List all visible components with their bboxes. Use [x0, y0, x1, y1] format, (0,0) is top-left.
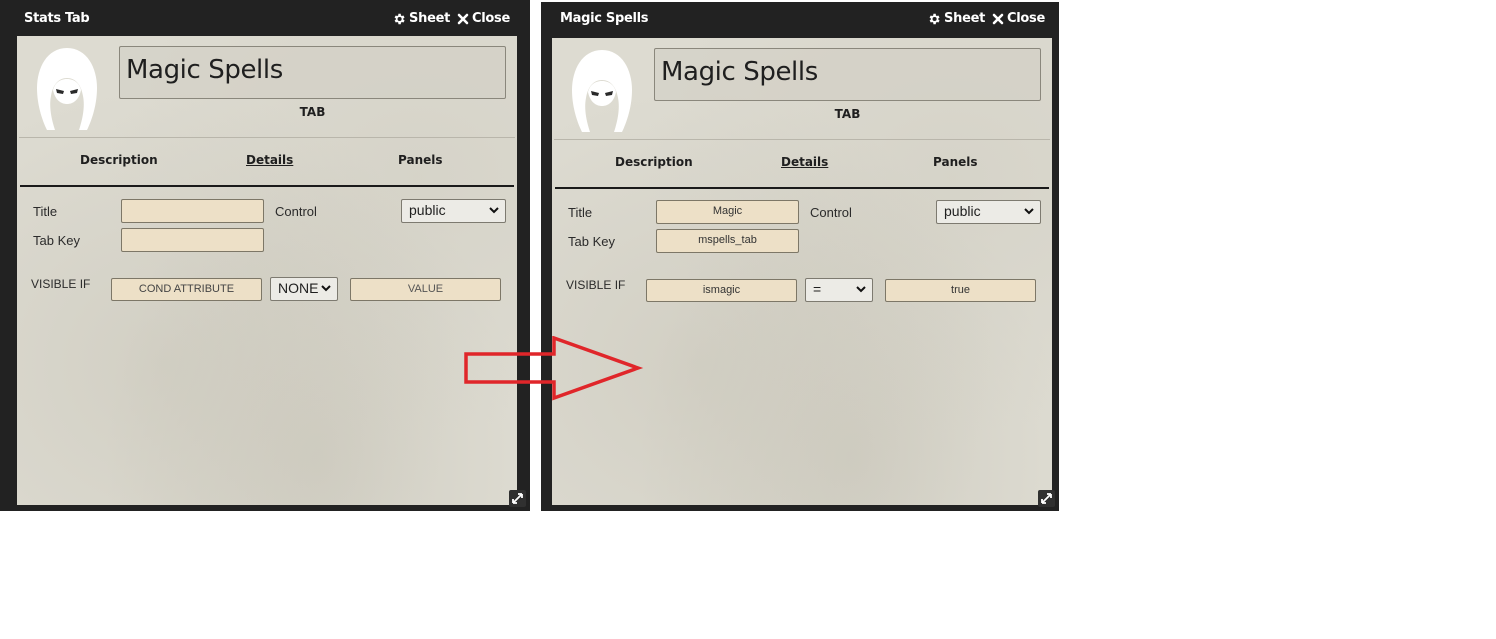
sheet-label: Sheet — [944, 11, 986, 26]
gear-icon — [394, 13, 405, 24]
tab-type-label: TAB — [299, 105, 326, 119]
control-label: Control — [810, 205, 852, 220]
sheet-button[interactable]: Sheet — [927, 11, 985, 26]
value-input[interactable]: VALUE — [350, 278, 501, 301]
close-label: Close — [1007, 11, 1045, 26]
resize-handle[interactable] — [1038, 490, 1055, 507]
close-label: Close — [472, 11, 510, 26]
sheet-body: Magic Spells TAB Description Details Pan… — [17, 36, 517, 505]
divider — [554, 139, 1050, 140]
window-titlebar[interactable]: Magic Spells Sheet Close — [541, 2, 1059, 38]
tab-description[interactable]: Description — [615, 155, 693, 169]
value-input[interactable]: true — [885, 279, 1036, 302]
sheet-nav: Description Details Panels — [552, 155, 1052, 175]
tab-type-label: TAB — [834, 107, 861, 121]
resize-icon — [1041, 493, 1052, 504]
close-button[interactable]: Close — [457, 11, 510, 26]
cond-attribute-input[interactable]: ismagic — [646, 279, 797, 302]
resize-handle[interactable] — [509, 490, 526, 507]
gear-icon — [929, 13, 940, 24]
sheet-label: Sheet — [409, 11, 451, 26]
tab-panels[interactable]: Panels — [398, 153, 443, 167]
tab-name-field[interactable]: Magic Spells — [654, 48, 1041, 101]
tab-key-label: Tab Key — [568, 234, 615, 249]
chevron-down-icon — [489, 207, 499, 214]
control-select[interactable]: public — [936, 200, 1041, 224]
nav-divider — [555, 187, 1049, 189]
title-label: Title — [33, 204, 58, 219]
operator-select-value: = — [813, 281, 822, 297]
stats-tab-window: Stats Tab Sheet Close Magic Spells TAB D… — [0, 0, 530, 511]
operator-select-value: NONE — [278, 280, 319, 296]
control-select[interactable]: public — [401, 199, 506, 223]
close-icon — [457, 13, 469, 24]
close-button[interactable]: Close — [992, 11, 1045, 26]
tab-name-field[interactable]: Magic Spells — [119, 46, 506, 99]
hooded-figure-icon — [37, 48, 97, 130]
visible-if-label: VISIBLE IF — [566, 278, 626, 292]
tab-panels[interactable]: Panels — [933, 155, 978, 169]
hooded-figure-icon — [572, 50, 632, 132]
tab-details[interactable]: Details — [781, 155, 828, 169]
title-label: Title — [568, 205, 593, 220]
nav-divider — [20, 185, 514, 187]
window-title: Stats Tab — [24, 11, 90, 26]
sheet-button[interactable]: Sheet — [392, 11, 450, 26]
close-icon — [992, 13, 1004, 24]
tab-key-input[interactable] — [121, 228, 264, 252]
visible-if-label: VISIBLE IF — [31, 277, 91, 291]
control-select-value: public — [409, 202, 446, 218]
chevron-down-icon — [321, 285, 331, 292]
operator-select[interactable]: NONE — [270, 277, 338, 301]
divider — [19, 137, 515, 138]
resize-icon — [512, 493, 523, 504]
magic-spells-window: Magic Spells Sheet Close Magic Spells TA… — [541, 2, 1059, 511]
title-input[interactable] — [121, 199, 264, 223]
tab-key-input[interactable]: mspells_tab — [656, 229, 799, 253]
operator-select[interactable]: = — [805, 278, 873, 302]
control-select-value: public — [944, 203, 981, 219]
sheet-body: Magic Spells TAB Description Details Pan… — [552, 38, 1052, 505]
cond-attribute-input[interactable]: COND ATTRIBUTE — [111, 278, 262, 301]
arrow-right-icon — [464, 336, 644, 401]
window-titlebar[interactable]: Stats Tab Sheet Close — [0, 0, 530, 36]
sheet-nav: Description Details Panels — [17, 153, 517, 173]
title-input[interactable]: Magic — [656, 200, 799, 224]
tab-key-label: Tab Key — [33, 233, 80, 248]
chevron-down-icon — [1024, 208, 1034, 215]
tab-description[interactable]: Description — [80, 153, 158, 167]
control-label: Control — [275, 204, 317, 219]
tab-details[interactable]: Details — [246, 153, 293, 167]
window-title: Magic Spells — [560, 11, 649, 26]
chevron-down-icon — [856, 286, 866, 293]
